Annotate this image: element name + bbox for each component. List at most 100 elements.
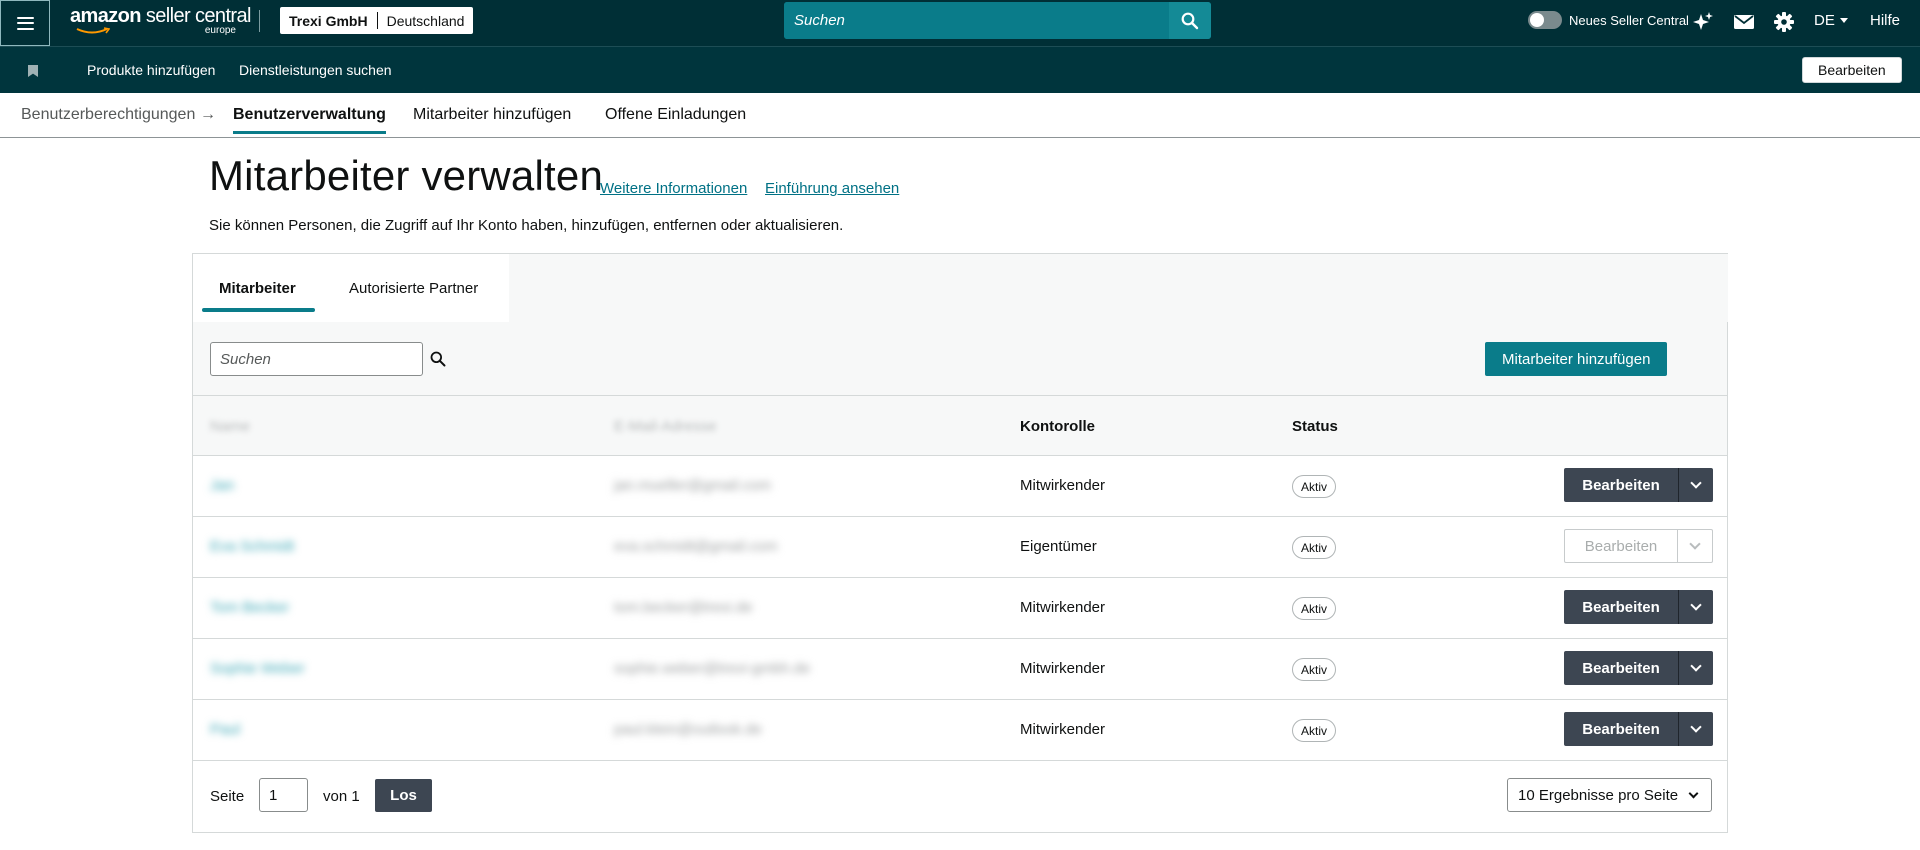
amazon-seller-central-logo[interactable]: amazon seller central europe <box>70 4 251 40</box>
row-actions: Bearbeiten <box>1564 529 1713 563</box>
add-employee-button[interactable]: Mitarbeiter hinzufügen <box>1485 342 1668 376</box>
page-label: Seite <box>210 788 245 805</box>
edit-button[interactable]: Bearbeiten <box>1564 651 1678 685</box>
employee-role: Mitwirkender <box>1020 477 1106 494</box>
menu-icon <box>16 16 34 30</box>
employee-name-link[interactable]: Sophie Weber <box>210 660 305 677</box>
row-actions: Bearbeiten <box>1564 651 1713 685</box>
help-link[interactable]: Hilfe <box>1870 12 1900 29</box>
gear-icon[interactable] <box>1772 10 1796 34</box>
chevron-down-icon <box>1690 477 1702 489</box>
bookmarks-bar: Produkte hinzufügen Dienstleistungen suc… <box>0 46 1920 93</box>
employee-role: Mitwirkender <box>1020 660 1106 677</box>
table-row: Tom Becker tom.becker@trexi.de Mitwirken… <box>193 578 1727 639</box>
logo-region: europe <box>204 25 236 36</box>
page-title: Mitarbeiter verwalten <box>209 152 604 199</box>
row-actions: Bearbeiten <box>1564 590 1713 624</box>
table-header: Name E-Mail-Adresse Kontorolle Status <box>193 395 1727 456</box>
caret-down-icon <box>1839 18 1848 23</box>
employee-search-button[interactable] <box>430 343 446 375</box>
column-header-name[interactable]: Name <box>210 418 250 435</box>
employee-name-link[interactable]: Eva Schmidt <box>210 538 294 555</box>
status-badge: Aktiv <box>1292 658 1337 681</box>
employee-email: jan.mueller@gmail.com <box>614 477 771 494</box>
employee-role: Eigentümer <box>1020 538 1097 555</box>
chevron-down-icon <box>1689 538 1701 550</box>
breadcrumb-user-permissions[interactable]: Benutzerberechtigungen <box>21 106 195 124</box>
employee-email: eva.schmidt@gmail.com <box>614 538 778 555</box>
bookmark-link-add-products[interactable]: Produkte hinzufügen <box>87 62 215 78</box>
row-actions: Bearbeiten <box>1564 712 1713 746</box>
row-actions: Bearbeiten <box>1564 468 1713 502</box>
more-actions-button-disabled <box>1678 529 1713 563</box>
go-button[interactable]: Los <box>375 779 432 812</box>
chevron-down-icon <box>1690 721 1702 733</box>
table-row: Paul paul.klein@outlook.de Mitwirkender … <box>193 700 1727 761</box>
results-per-page-select[interactable]: 10 Ergebnisse pro Seite <box>1507 778 1712 812</box>
breadcrumb: Benutzerberechtigungen → Benutzerverwalt… <box>0 93 1920 138</box>
edit-bookmarks-button[interactable]: Bearbeiten <box>1802 57 1902 83</box>
edit-button-disabled: Bearbeiten <box>1564 529 1678 563</box>
table-row: Eva Schmidt eva.schmidt@gmail.com Eigent… <box>193 517 1727 578</box>
account-marketplace: Deutschland <box>386 12 465 29</box>
menu-button[interactable] <box>0 0 50 46</box>
bookmark-icon <box>28 65 38 77</box>
tab-employees[interactable]: Mitarbeiter <box>219 280 296 297</box>
account-name: Trexi GmbH <box>289 12 368 29</box>
employee-name-link[interactable]: Tom Becker <box>210 599 289 616</box>
intro-link[interactable]: Einführung ansehen <box>765 180 899 197</box>
new-seller-central-toggle-group: Neues Seller Central <box>1528 11 1689 29</box>
tab-user-management[interactable]: Benutzerverwaltung <box>233 106 386 134</box>
page-number-input[interactable] <box>259 778 308 812</box>
language-selector[interactable]: DE <box>1814 12 1848 29</box>
employee-role: Mitwirkender <box>1020 599 1106 616</box>
more-info-link[interactable]: Weitere Informationen <box>600 180 747 197</box>
sparkle-icon[interactable] <box>1691 10 1715 34</box>
new-seller-central-toggle[interactable] <box>1528 11 1562 29</box>
mail-icon[interactable] <box>1732 10 1756 34</box>
edit-button[interactable]: Bearbeiten <box>1564 712 1678 746</box>
edit-button[interactable]: Bearbeiten <box>1564 468 1678 502</box>
results-per-page-value: 10 Ergebnisse pro Seite <box>1518 786 1679 804</box>
table-row: Jan jan.mueller@gmail.com Mitwirkender A… <box>193 456 1727 517</box>
global-search-input[interactable] <box>784 2 1169 39</box>
search-icon <box>1181 12 1199 29</box>
global-search-button[interactable] <box>1169 2 1211 39</box>
tab-add-employee[interactable]: Mitarbeiter hinzufügen <box>413 106 571 124</box>
employee-name-link[interactable]: Jan <box>210 477 234 494</box>
arrow-right-icon: → <box>200 106 216 123</box>
tab-authorized-partners[interactable]: Autorisierte Partner <box>349 280 478 297</box>
page-description: Sie können Personen, die Zugriff auf Ihr… <box>209 217 844 234</box>
column-header-email[interactable]: E-Mail-Adresse <box>614 418 717 435</box>
status-badge: Aktiv <box>1292 536 1337 559</box>
tab-open-invitations[interactable]: Offene Einladungen <box>605 106 746 124</box>
edit-button[interactable]: Bearbeiten <box>1564 590 1678 624</box>
employee-name-link[interactable]: Paul <box>210 721 240 738</box>
logo-text: amazon <box>70 5 141 27</box>
employee-search <box>210 342 446 376</box>
divider <box>259 10 260 32</box>
more-actions-button[interactable] <box>1678 651 1713 685</box>
employee-search-input[interactable] <box>211 350 430 368</box>
global-search <box>784 2 1211 39</box>
top-navigation-bar: amazon seller central europe Trexi GmbH … <box>0 0 1920 46</box>
column-header-role[interactable]: Kontorolle <box>1020 418 1095 435</box>
more-actions-button[interactable] <box>1678 590 1713 624</box>
chevron-down-icon <box>1688 788 1699 799</box>
table-row: Sophie Weber sophie.weber@trexi-gmbh.de … <box>193 639 1727 700</box>
more-actions-button[interactable] <box>1678 468 1713 502</box>
more-actions-button[interactable] <box>1678 712 1713 746</box>
account-switcher[interactable]: Trexi GmbH Deutschland <box>280 7 474 34</box>
bookmark-link-find-services[interactable]: Dienstleistungen suchen <box>239 62 392 78</box>
card-tabs: Mitarbeiter Autorisierte Partner <box>193 254 509 322</box>
employee-email: sophie.weber@trexi-gmbh.de <box>614 660 811 677</box>
pagination: Seite von 1 Los 10 Ergebnisse pro Seite <box>193 766 1727 832</box>
column-header-status[interactable]: Status <box>1292 418 1338 435</box>
status-badge: Aktiv <box>1292 597 1337 620</box>
active-tab-indicator <box>202 308 315 312</box>
smile-arrow-icon <box>76 27 110 34</box>
status-badge: Aktiv <box>1292 719 1337 742</box>
employee-email: paul.klein@outlook.de <box>614 721 762 738</box>
language-label: DE <box>1814 12 1835 29</box>
new-seller-central-label: Neues Seller Central <box>1569 12 1689 28</box>
